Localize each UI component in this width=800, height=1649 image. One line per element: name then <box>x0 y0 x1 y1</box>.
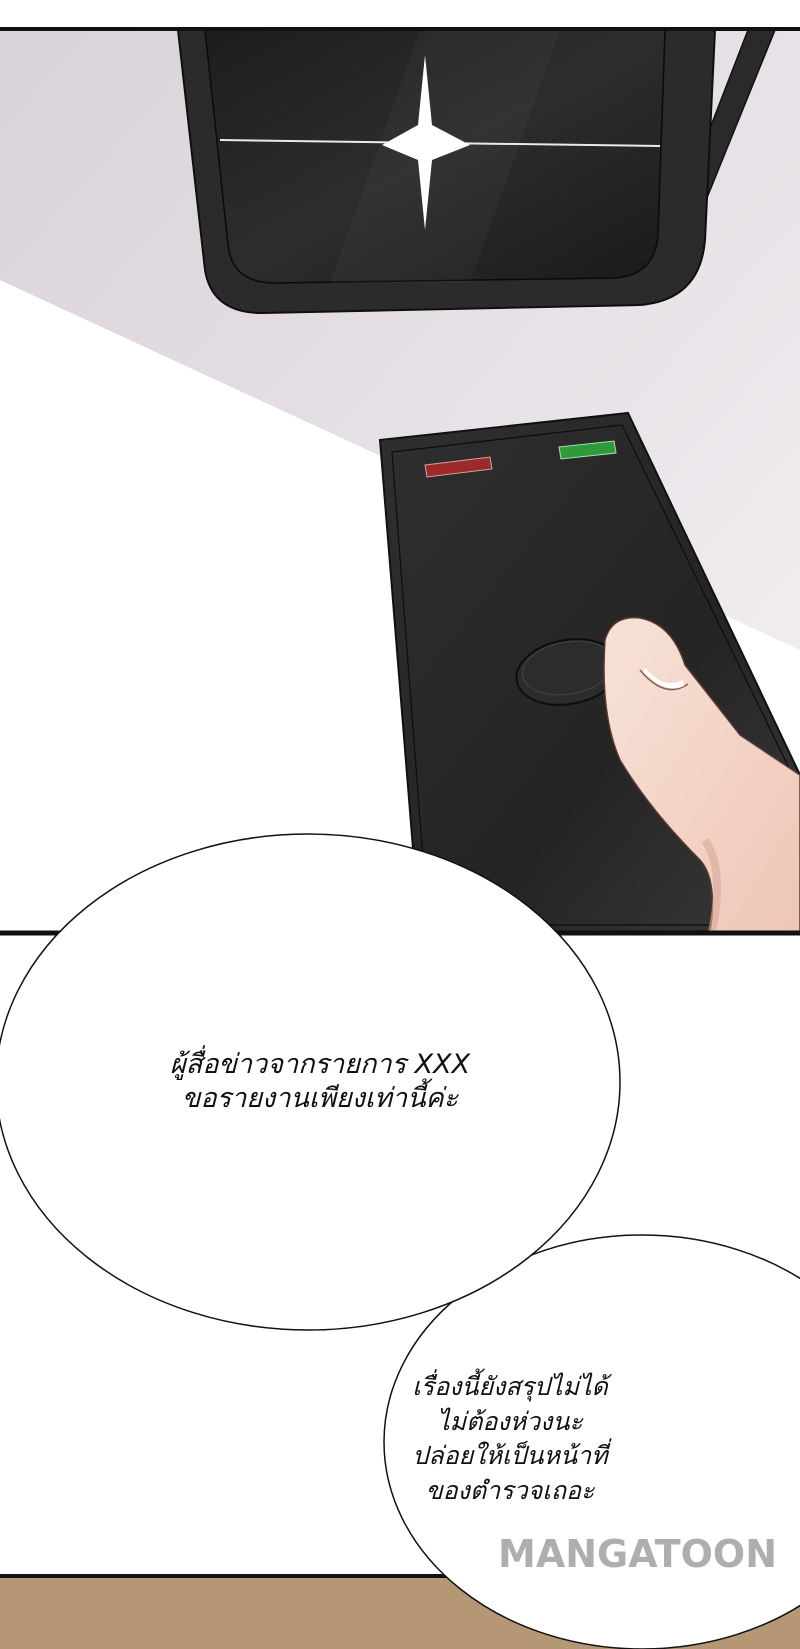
bubble-2-line-4: ของตำรวจเถอะ <box>425 1475 595 1505</box>
bubble-2-line-3: ปล่อยให้เป็นหน้าที่ <box>412 1441 608 1470</box>
bubble-1-line-1: ผู้สื่อข่าวจากรายการ XXX <box>169 1049 471 1080</box>
mangatoon-watermark: MANGATOON <box>498 1532 778 1576</box>
monitor-screen <box>176 30 776 315</box>
panel-monitor-remote <box>0 30 800 932</box>
bubble-1-line-2: ขอรายงานเพียงเท่านี้ค่ะ <box>181 1082 459 1114</box>
manga-page: ผู้สื่อข่าวจากรายการ XXX ขอรายงานเพียงเท… <box>0 0 800 1649</box>
bubble-2-line-2: ไม่ต้องห่วงนะ <box>437 1406 583 1436</box>
bubble-1-text: ผู้สื่อข่าวจากรายการ XXX ขอรายงานเพียงเท… <box>100 1048 540 1116</box>
bubble-2-line-1: เรื่องนี้ยังสรุปไม่ได้ <box>412 1372 608 1401</box>
bubble-2-text: เรื่องนี้ยังสรุปไม่ได้ ไม่ต้องห่วงนะ ปล่… <box>360 1370 660 1508</box>
